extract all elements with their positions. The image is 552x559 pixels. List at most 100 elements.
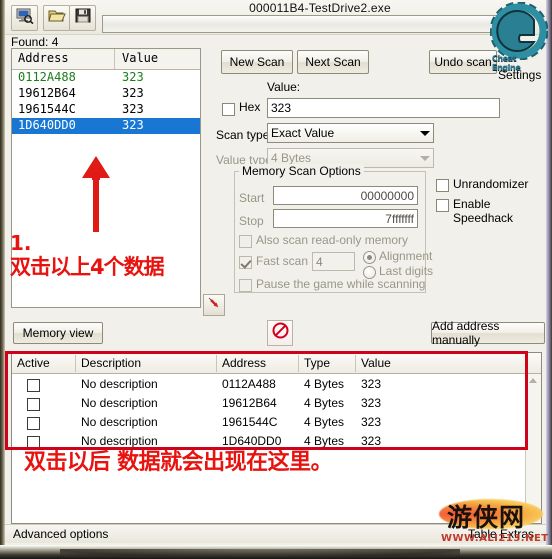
speedhack-checkbox[interactable] [436, 199, 449, 212]
table-row[interactable]: No description 1961544C 4 Bytes 323 [12, 415, 526, 434]
chevron-down-icon [420, 156, 430, 161]
scan-type-select[interactable]: Exact Value [267, 123, 434, 143]
readonly-memory-label: Also scan read-only memory [256, 233, 409, 247]
row-address: 19612B64 [222, 396, 277, 410]
header-text: Type [304, 356, 331, 370]
pause-game-label: Pause the game while scanning [256, 277, 426, 291]
stop-address-input[interactable]: 7fffffff [273, 209, 418, 228]
row-type: 4 Bytes [304, 377, 345, 391]
last-digits-label: Last digits [379, 264, 434, 278]
result-address: 19612B64 [18, 86, 76, 100]
add-address-manually-button[interactable]: Add address manually [431, 319, 545, 347]
unrandomizer-label: Unrandomizer [453, 177, 529, 191]
cheat-engine-window: 000011B4-TestDrive2.exe Found: 4 Address… [0, 0, 552, 559]
pointer-tool-button[interactable] [203, 294, 225, 316]
scan-type-value: Exact Value [271, 126, 335, 140]
row-active-checkbox[interactable] [27, 379, 40, 392]
column-header-address[interactable]: Address [217, 353, 299, 374]
header-text: Active [17, 356, 50, 370]
new-scan-button[interactable]: New Scan [221, 50, 293, 74]
column-header-value[interactable]: Value [356, 353, 541, 374]
column-header-address: Address [18, 51, 69, 65]
window-bottom-edge [0, 545, 552, 559]
stop-scan-button[interactable] [267, 320, 293, 346]
annotation-bottom-text: 双击以后 数据就会出现在这里。 [24, 450, 333, 475]
alignment-radio[interactable] [363, 251, 376, 264]
value-label: Value: [267, 80, 301, 94]
speedhack-label: Enable Speedhack [453, 197, 514, 225]
scan-result-row[interactable]: 0112A488 323 [12, 70, 200, 86]
row-address: 0112A488 [222, 377, 276, 391]
memory-view-button[interactable]: Memory view [13, 322, 103, 344]
result-address: 0112A488 [18, 70, 76, 84]
scan-result-row[interactable]: 1961544C 323 [12, 102, 200, 118]
watermark: 游侠网 WWW.ALI213.NET [431, 497, 551, 549]
column-divider [114, 49, 115, 69]
fast-scan-checkbox[interactable] [239, 256, 252, 269]
hex-label: Hex [239, 100, 261, 114]
row-active-checkbox[interactable] [27, 398, 40, 411]
row-value: 323 [361, 415, 382, 429]
row-value: 323 [361, 434, 382, 448]
memory-scan-options-title: Memory Scan Options [239, 164, 364, 178]
row-active-checkbox[interactable] [27, 417, 40, 430]
folder-open-icon [47, 8, 66, 28]
scan-type-label: Scan type [216, 128, 270, 142]
alignment-label: Alignment [379, 249, 433, 263]
row-type: 4 Bytes [304, 396, 345, 410]
scan-progress-bar [102, 15, 512, 33]
next-scan-button[interactable]: Next Scan [297, 50, 369, 74]
process-select-icon [16, 8, 34, 29]
pause-game-checkbox[interactable] [239, 279, 252, 292]
result-value: 323 [122, 70, 144, 84]
watermark-text: 游侠网 [447, 503, 526, 532]
result-value: 323 [122, 102, 144, 116]
row-address: 1961544C [222, 415, 278, 429]
scan-result-row-selected[interactable]: 1D640DD0 323 [12, 118, 200, 134]
scan-result-row[interactable]: 19612B64 323 [12, 86, 200, 102]
window-right-edge [546, 0, 552, 545]
open-process-button[interactable] [11, 5, 38, 31]
column-header-type[interactable]: Type [299, 353, 356, 374]
red-arrow-pointer-icon [207, 296, 221, 315]
open-file-button[interactable] [43, 5, 70, 31]
no-entry-icon [272, 322, 289, 344]
readonly-memory-checkbox[interactable] [239, 235, 252, 248]
start-address-input[interactable]: 00000000 [273, 186, 418, 205]
fast-scan-value-input[interactable]: 4 [312, 252, 355, 271]
annotation-step-1: 1. 双击以上4个数据 [10, 231, 165, 280]
found-count-label: Found: 4 [11, 35, 59, 49]
advanced-options-link[interactable]: Advanced options [13, 527, 108, 541]
settings-label[interactable]: Settings [498, 68, 541, 82]
header-text: Value [361, 356, 391, 370]
start-label: Start [239, 191, 265, 205]
annotation-step-number: 1. [10, 231, 32, 255]
row-value: 323 [361, 377, 382, 391]
column-header-description[interactable]: Description [76, 353, 217, 374]
column-header-active[interactable]: Active [12, 353, 76, 374]
scan-value-input[interactable]: 323 [267, 98, 500, 118]
table-row[interactable]: No description 0112A488 4 Bytes 323 [12, 377, 526, 396]
header-text: Address [222, 356, 267, 370]
scroll-up-icon[interactable] [529, 378, 537, 383]
hex-checkbox[interactable] [222, 103, 235, 116]
annotation-step-text: 双击以上4个数据 [10, 255, 165, 279]
column-header-value: Value [122, 51, 159, 65]
table-row[interactable]: No description 19612B64 4 Bytes 323 [12, 396, 526, 415]
window-title: 000011B4-TestDrive2.exe [249, 1, 391, 15]
result-address: 1D640DD0 [18, 118, 76, 132]
chevron-down-icon [420, 131, 430, 136]
row-value: 323 [361, 396, 382, 410]
stop-label: Stop [239, 214, 264, 228]
up-arrow-annotation [82, 156, 110, 232]
result-value: 323 [122, 86, 144, 100]
unrandomizer-checkbox[interactable] [436, 179, 449, 192]
value-type-value: 4 Bytes [271, 151, 312, 165]
row-description: No description [81, 396, 158, 410]
watermark-url: WWW.ALI213.NET [441, 533, 549, 544]
header-text: Description [81, 356, 142, 370]
cheat-engine-logo-icon [489, 1, 549, 61]
fast-scan-label: Fast scan [256, 254, 309, 268]
undo-scan-button[interactable]: Undo scan [429, 50, 497, 74]
save-file-button[interactable] [69, 5, 96, 31]
